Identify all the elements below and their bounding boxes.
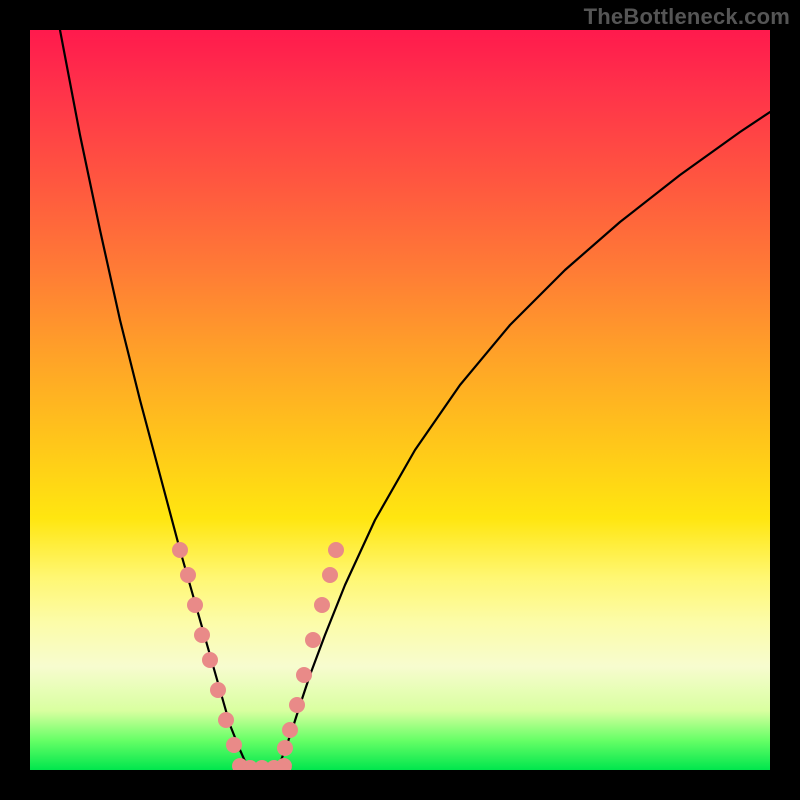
curve-layer: [30, 30, 770, 770]
marker-dot: [172, 542, 188, 558]
series-right-curve: [278, 112, 770, 768]
marker-dot: [314, 597, 330, 613]
watermark-label: TheBottleneck.com: [584, 4, 790, 30]
marker-dot: [305, 632, 321, 648]
chart-frame: TheBottleneck.com: [0, 0, 800, 800]
marker-dot: [277, 740, 293, 756]
marker-dot: [289, 697, 305, 713]
marker-dot: [226, 737, 242, 753]
plot-area: [30, 30, 770, 770]
marker-dot: [276, 758, 292, 770]
curve-paths: [60, 30, 770, 768]
marker-dot: [202, 652, 218, 668]
marker-dot: [180, 567, 196, 583]
marker-dot: [322, 567, 338, 583]
marker-dot: [187, 597, 203, 613]
series-left-curve: [60, 30, 248, 768]
marker-dot: [218, 712, 234, 728]
marker-dot: [194, 627, 210, 643]
marker-dot: [296, 667, 312, 683]
marker-dot: [282, 722, 298, 738]
marker-dot: [210, 682, 226, 698]
marker-dot: [328, 542, 344, 558]
